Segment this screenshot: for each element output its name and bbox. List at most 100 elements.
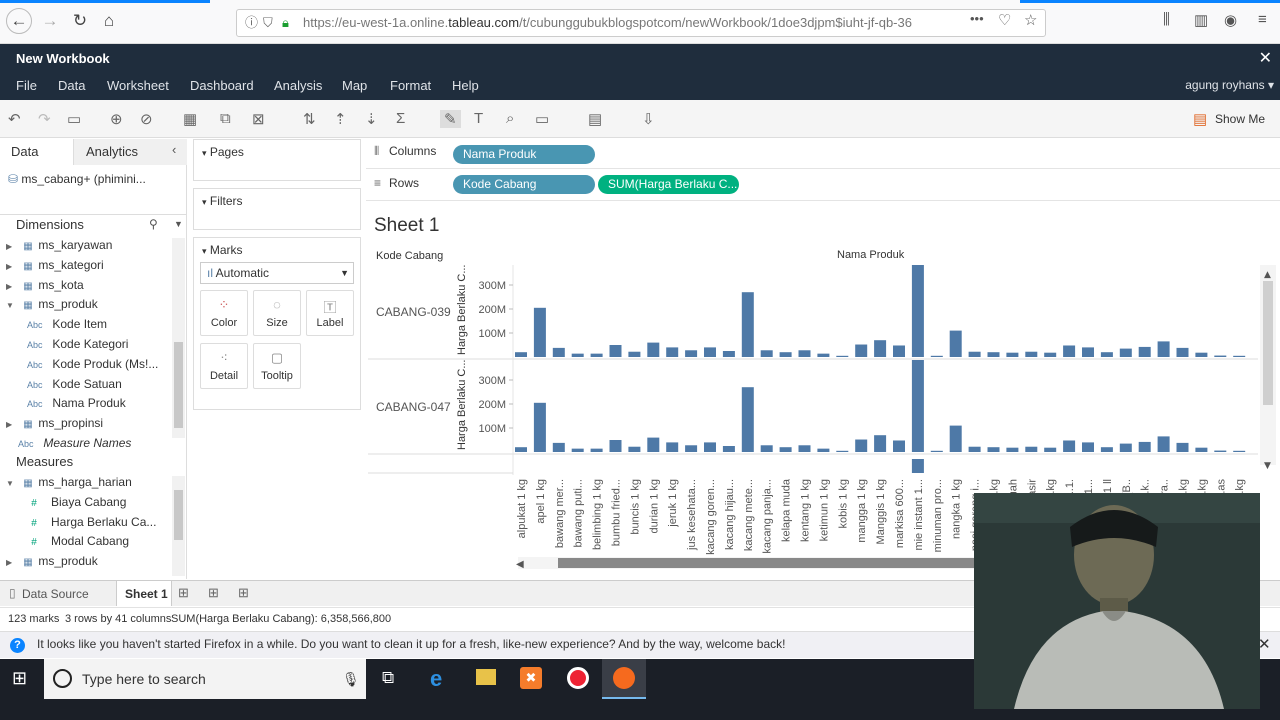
detail-button[interactable]: ⁖ Detail [200, 343, 248, 389]
measures-scrollbar[interactable] [172, 476, 185, 576]
show-mark-labels-icon[interactable]: T [474, 110, 483, 127]
download-icon[interactable]: ⇩ [642, 110, 655, 128]
edge-icon[interactable]: e [430, 666, 442, 692]
marks-collapse-icon[interactable]: ▾ [202, 246, 207, 256]
highlight-icon[interactable]: ✎ [440, 110, 461, 128]
show-me-button[interactable]: Show Me [1215, 112, 1265, 126]
field-item[interactable]: Abc Nama Produk [0, 394, 172, 413]
pages-card[interactable]: ▾ Pages [193, 139, 361, 181]
field-item[interactable]: Abc Kode Kategori [0, 335, 172, 354]
xampp-icon[interactable]: ✖ [520, 667, 542, 689]
user-menu[interactable]: agung royhans ▾ [1185, 78, 1274, 92]
close-icon[interactable]: ✕ [1259, 44, 1272, 73]
new-sheet-icon[interactable]: ⊞ [178, 585, 189, 601]
field-item[interactable]: # Harga Berlaku Ca... [0, 513, 172, 532]
menu-worksheet[interactable]: Worksheet [107, 78, 169, 93]
presentation-mode-icon[interactable]: ▤ [588, 110, 602, 128]
new-story-icon[interactable]: ⊞ [238, 585, 249, 601]
field-item[interactable]: Abc Kode Item [0, 315, 172, 334]
sheet1-tab[interactable]: Sheet 1 [125, 587, 168, 601]
reload-icon[interactable]: ↻ [68, 9, 92, 33]
mark-type-dropdown[interactable]: ıl Automatic ▼ [200, 262, 354, 284]
duplicate-sheet-icon[interactable]: ⧉ [220, 110, 231, 127]
expand-toggle-icon[interactable]: ▼ [6, 474, 18, 492]
menu-help[interactable]: Help [452, 78, 479, 93]
file-explorer-icon[interactable] [476, 669, 496, 685]
field-item[interactable]: # Biaya Cabang [0, 493, 172, 512]
field-item[interactable]: ▶ ▦ ms_karyawan [0, 236, 172, 255]
size-button[interactable]: ◌ Size [253, 290, 301, 336]
redo-icon[interactable]: ↷ [38, 110, 51, 128]
rows-shelf[interactable]: ≡ Rows Kode Cabang SUM(Harga Berlaku C..… [366, 170, 1280, 201]
expand-toggle-icon[interactable]: ▶ [6, 553, 18, 571]
expand-toggle-icon[interactable]: ▶ [6, 415, 18, 433]
save-icon[interactable]: ▭ [67, 110, 81, 128]
filters-collapse-icon[interactable]: ▾ [202, 197, 207, 207]
expand-toggle-icon[interactable]: ▶ [6, 277, 18, 295]
tooltip-button[interactable]: ▢ Tooltip [253, 343, 301, 389]
totals-icon[interactable]: Σ [396, 110, 405, 127]
home-icon[interactable]: ⌂ [97, 9, 121, 33]
datasource-item[interactable]: ⛁ ms_cabang+ (phimini... [8, 170, 180, 189]
dimensions-menu-icon[interactable]: ▼ [174, 219, 183, 229]
microphone-icon[interactable]: 🎙︎ [342, 659, 360, 699]
undo-icon[interactable]: ↶ [8, 110, 21, 128]
format-workbook-icon[interactable]: ⌕ [506, 110, 514, 127]
info-icon[interactable]: ⓘ [245, 10, 258, 36]
show-me-icon[interactable]: ▤ [1193, 110, 1207, 128]
field-item[interactable]: # Modal Cabang [0, 532, 172, 551]
library-icon[interactable]: ⫼ [1163, 11, 1170, 28]
field-item[interactable]: ▶ ▦ ms_kategori [0, 256, 172, 275]
page-actions-icon[interactable]: ••• [970, 11, 984, 26]
back-icon[interactable]: ← [6, 8, 32, 34]
swap-rows-columns-icon[interactable]: ⇅ [303, 110, 316, 128]
columns-pill-nama-produk[interactable]: Nama Produk [453, 145, 595, 164]
pages-collapse-icon[interactable]: ▾ [202, 148, 207, 158]
taskbar-search-box[interactable]: Type here to search 🎙︎ [44, 659, 366, 699]
new-datasource-icon[interactable]: ⊕ [110, 110, 123, 128]
field-item[interactable]: Abc Kode Produk (Ms!... [0, 355, 172, 374]
forward-icon[interactable]: → [38, 9, 62, 33]
menu-analysis[interactable]: Analysis [274, 78, 322, 93]
field-item[interactable]: ▼ ▦ ms_harga_harian [0, 473, 172, 492]
task-view-icon[interactable]: ⧉ [382, 668, 394, 688]
menu-map[interactable]: Map [342, 78, 367, 93]
data-source-tab[interactable]: Data Source [22, 587, 89, 601]
new-worksheet-icon[interactable]: ▦ [183, 110, 197, 128]
rows-pill-sum-harga[interactable]: SUM(Harga Berlaku C... [598, 175, 739, 194]
field-item[interactable]: Abc Measure Names [0, 434, 172, 453]
pause-updates-icon[interactable]: ⊘ [140, 110, 153, 128]
search-icon[interactable]: ⚲ [149, 217, 158, 231]
sidebar-icon[interactable]: ▥ [1194, 11, 1208, 29]
columns-shelf[interactable]: ⦀ Columns Nama Produk [366, 139, 1280, 169]
tab-data[interactable]: Data [11, 144, 38, 159]
rows-pill-kode-cabang[interactable]: Kode Cabang [453, 175, 595, 194]
new-dashboard-icon[interactable]: ⊞ [208, 585, 219, 601]
field-item[interactable]: ▼ ▦ ms_produk [0, 295, 172, 314]
expand-toggle-icon[interactable]: ▶ [6, 237, 18, 255]
menu-data[interactable]: Data [58, 78, 85, 93]
field-item[interactable]: ▶ ▦ ms_kota [0, 276, 172, 295]
menu-dashboard[interactable]: Dashboard [190, 78, 254, 93]
field-item[interactable]: Abc Kode Satuan [0, 375, 172, 394]
hamburger-menu-icon[interactable]: ≡ [1258, 11, 1267, 28]
fit-view-icon[interactable]: ▭ [535, 110, 549, 128]
filters-card[interactable]: ▾ Filters [193, 188, 361, 230]
color-button[interactable]: ⁘ Color [200, 290, 248, 336]
field-item[interactable]: ▶ ▦ ms_produk [0, 552, 172, 571]
shield-icon[interactable]: ⛉ [263, 10, 273, 36]
collapse-pane-icon[interactable]: ‹ [172, 142, 176, 157]
url-bar[interactable]: ⓘ ⛉ 🔒︎ https://eu-west-1a.online.tableau… [236, 9, 1046, 37]
menu-format[interactable]: Format [390, 78, 431, 93]
bookmark-star-icon[interactable]: ☆ [1024, 11, 1037, 29]
pocket-icon[interactable]: ♡ [998, 11, 1011, 29]
expand-toggle-icon[interactable]: ▶ [6, 257, 18, 275]
menu-file[interactable]: File [16, 78, 37, 93]
sort-ascending-icon[interactable]: ⇡ [334, 110, 347, 128]
tab-analytics[interactable]: Analytics [86, 144, 138, 159]
clear-sheet-icon[interactable]: ⊠ [252, 110, 265, 128]
label-button[interactable]: 🅃︎ Label [306, 290, 354, 336]
account-icon[interactable]: ◉ [1224, 11, 1237, 29]
dimensions-scrollbar[interactable] [172, 238, 185, 438]
firefox-taskbar-item[interactable] [602, 659, 646, 699]
